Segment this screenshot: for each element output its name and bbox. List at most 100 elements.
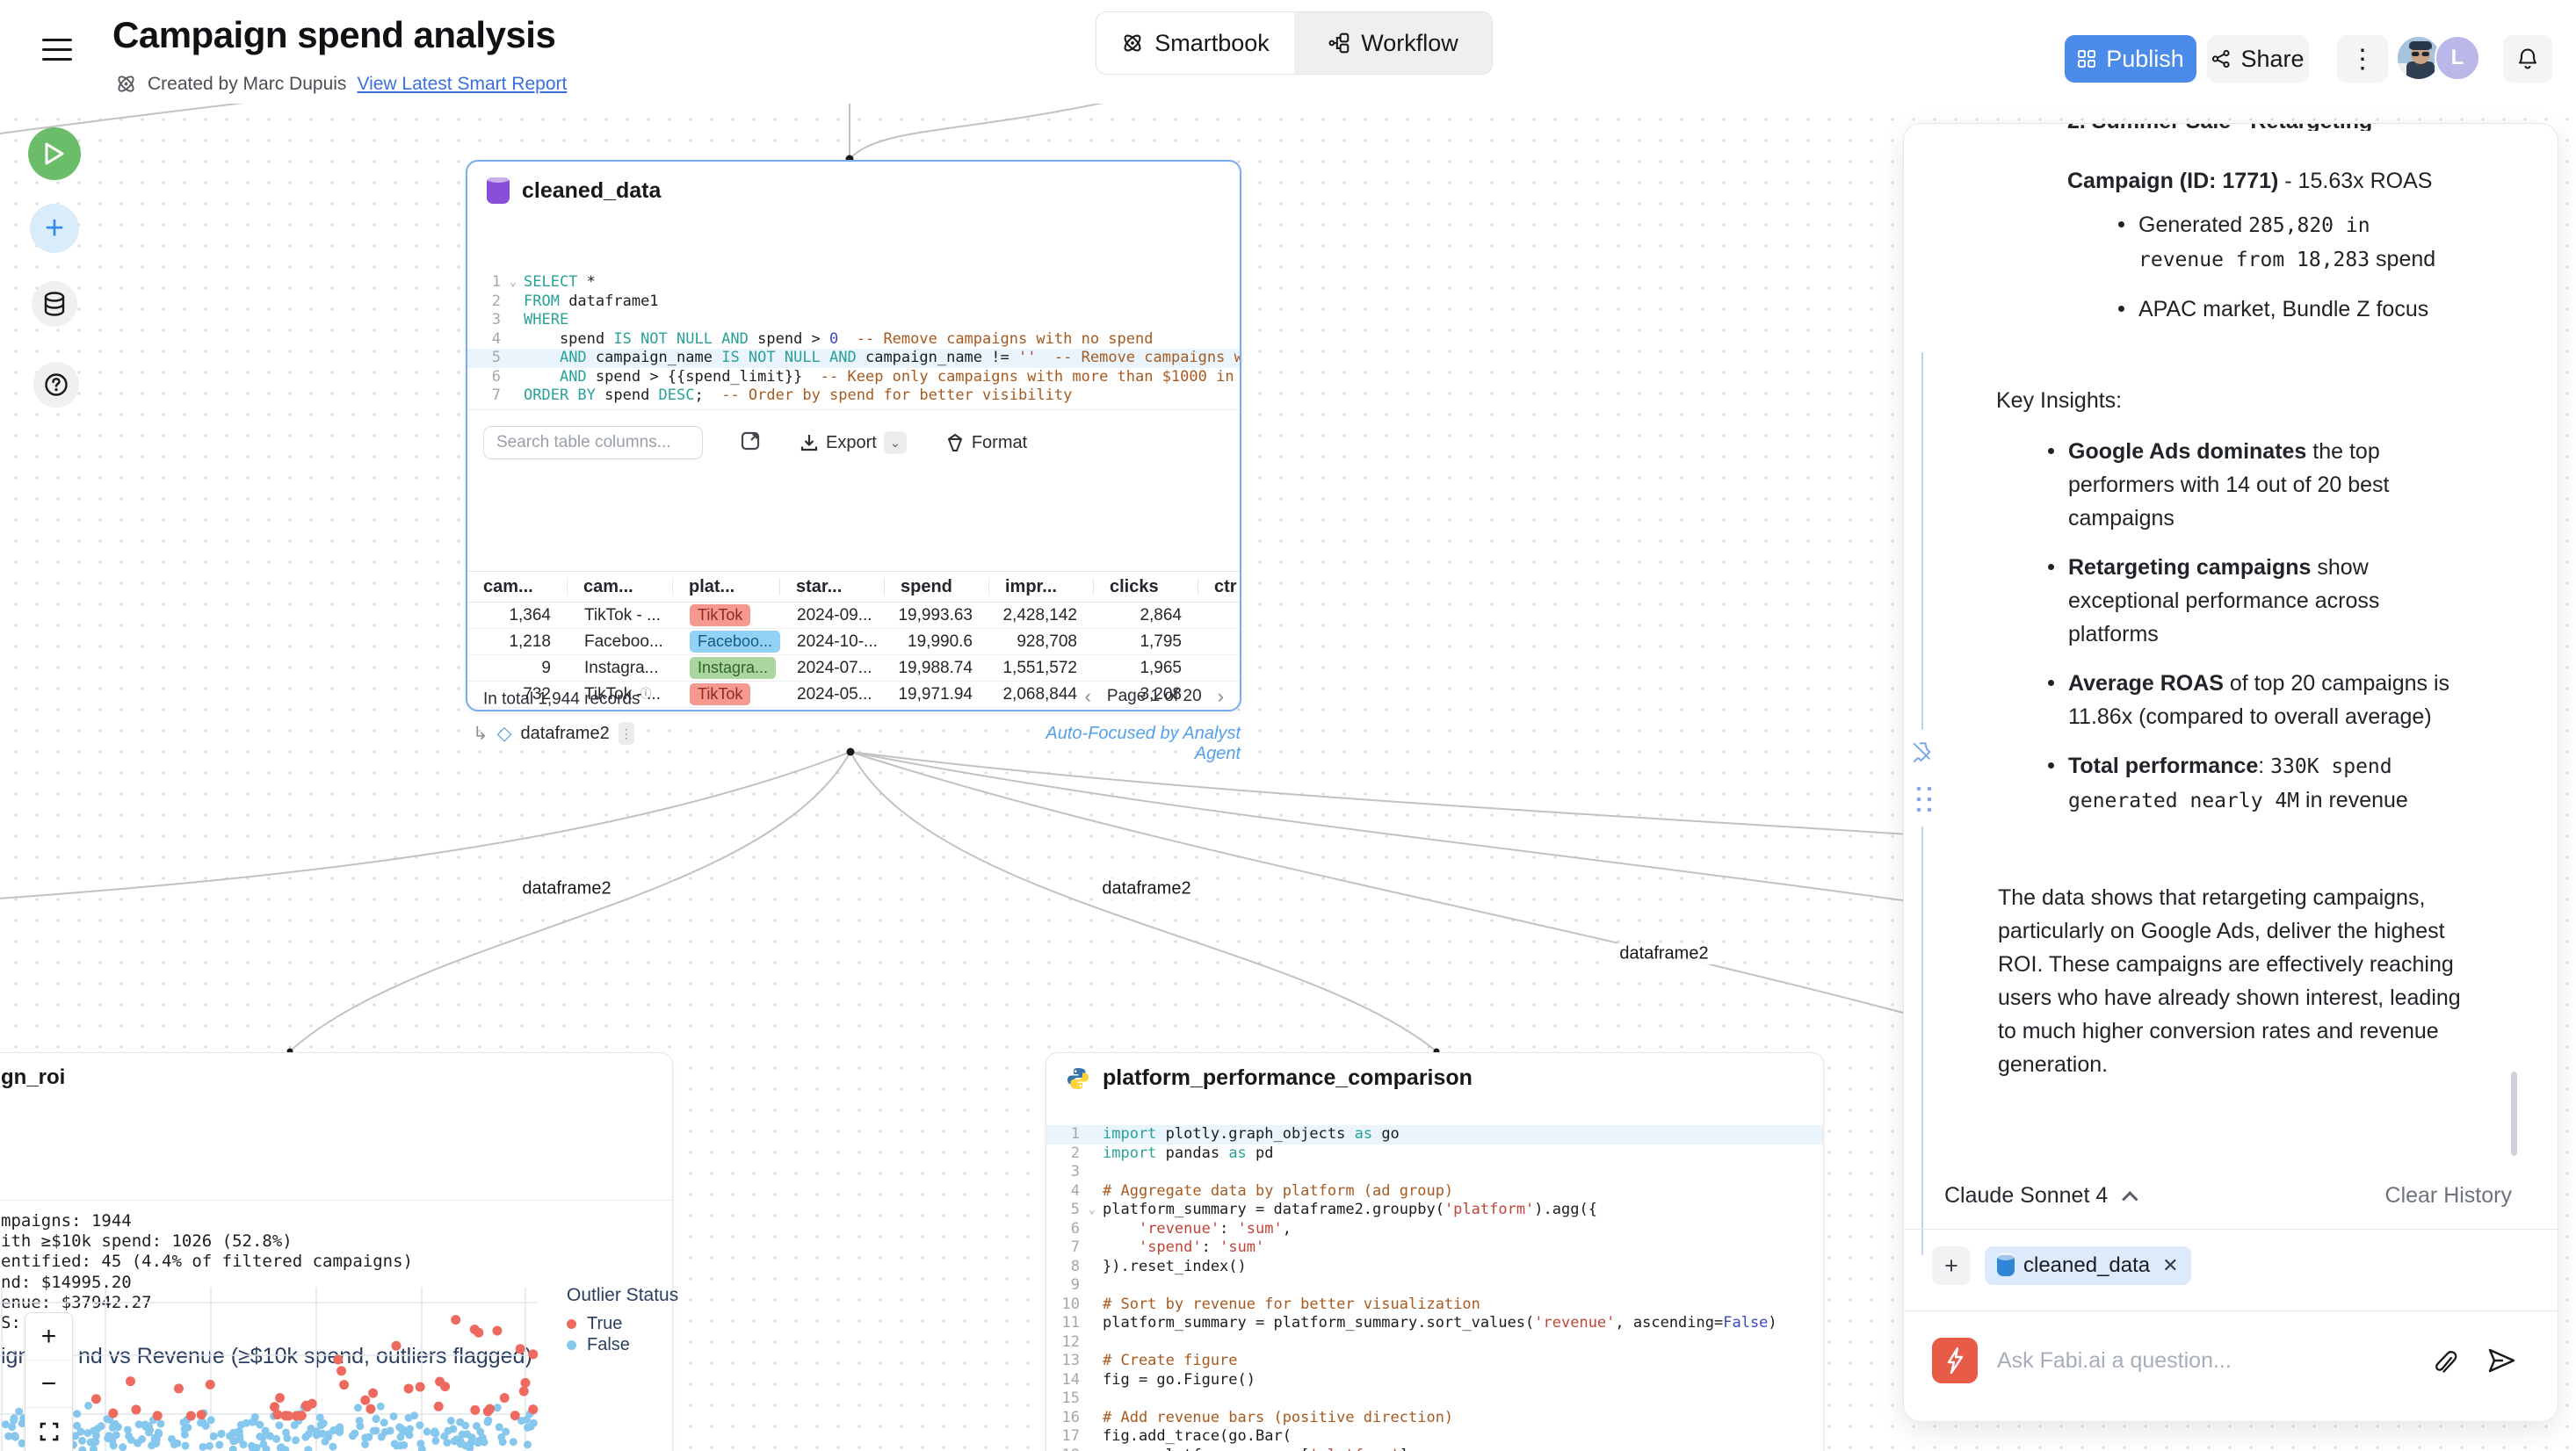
column-header[interactable]: plat... (672, 578, 779, 596)
clear-history-button[interactable]: Clear History (2385, 1183, 2512, 1209)
column-header[interactable]: clicks (1093, 578, 1198, 596)
code-line[interactable]: 14 fig = go.Figure() (1046, 1371, 1823, 1390)
smart-report-link[interactable]: View Latest Smart Report (357, 74, 567, 95)
sql-node-icon (487, 177, 510, 204)
column-header[interactable]: cam... (567, 578, 672, 596)
code-line[interactable]: 16 # Add revenue bars (positive directio… (1046, 1409, 1823, 1428)
code-line[interactable]: 9 (1046, 1276, 1823, 1296)
help-button[interactable] (33, 362, 79, 408)
code-line[interactable]: 2 FROM dataframe1 (467, 292, 1240, 312)
workflow-icon (1328, 32, 1350, 54)
output-handle-dataframe2[interactable]: ↳ ◇ dataframe2 ⋮ (473, 722, 634, 745)
collaborator-avatar[interactable]: L (2435, 35, 2480, 81)
zoom-out-button[interactable]: − (25, 1361, 72, 1408)
scatter-point (73, 1410, 81, 1418)
code-line[interactable]: 3 WHERE (467, 311, 1240, 330)
tab-workflow[interactable]: Workflow (1294, 12, 1492, 74)
code-line[interactable]: 8 }).reset_index() (1046, 1258, 1823, 1277)
zoom-in-button[interactable]: + (25, 1313, 72, 1361)
sql-code-editor[interactable]: 1⌄SELECT *2 FROM dataframe13 WHERE4 spen… (467, 273, 1240, 406)
remove-chip-icon[interactable]: ✕ (2162, 1254, 2178, 1277)
table-row[interactable]: 9Instagra...Instagra...2024-07...19,988.… (467, 655, 1240, 682)
code-line[interactable]: 18 y=platform_summary['platform'], (1046, 1447, 1823, 1451)
expand-table-icon[interactable] (740, 430, 761, 456)
code-line[interactable]: 12 (1046, 1333, 1823, 1353)
code-line[interactable]: 5 AND campaign_name IS NOT NULL AND camp… (467, 349, 1240, 368)
python-code-editor[interactable]: 1 import plotly.graph_objects as go2 imp… (1046, 1125, 1823, 1451)
column-header[interactable]: ctr (1198, 578, 1241, 596)
code-line[interactable]: 2 import pandas as pd (1046, 1144, 1823, 1164)
publish-button[interactable]: Publish (2065, 35, 2196, 83)
drag-handle-icon[interactable] (1913, 784, 1936, 816)
column-header[interactable]: cam... (467, 578, 567, 596)
add-node-button[interactable]: + (30, 204, 79, 253)
scatter-point (179, 1419, 187, 1426)
column-header[interactable]: star... (779, 578, 884, 596)
ask-question-input[interactable] (1997, 1338, 2419, 1383)
data-sources-button[interactable] (32, 281, 77, 327)
code-line[interactable]: 1 import plotly.graph_objects as go (1046, 1125, 1823, 1144)
chat-scrollbar[interactable] (2511, 1072, 2517, 1156)
scatter-point (78, 1446, 86, 1451)
unpin-icon[interactable] (1911, 740, 1937, 767)
canvas-zoom-controls: + − (25, 1312, 73, 1451)
scatter-point (8, 1423, 16, 1431)
code-line[interactable]: 6 'revenue': 'sum', (1046, 1220, 1823, 1239)
column-header[interactable]: impr... (988, 578, 1093, 596)
code-line[interactable]: 1⌄SELECT * (467, 273, 1240, 292)
legend-item[interactable]: False (567, 1334, 678, 1355)
code-line[interactable]: 17 fig.add_trace(go.Bar( (1046, 1427, 1823, 1447)
more-options-button[interactable]: ⋮ (2337, 35, 2388, 83)
table-cell: 19,988.74 (884, 659, 988, 678)
code-line[interactable]: 15 (1046, 1390, 1823, 1409)
code-line[interactable]: 4 # Aggregate data by platform (ad group… (1046, 1182, 1823, 1202)
scatter-point (496, 1423, 503, 1431)
menu-button[interactable] (42, 39, 72, 68)
share-button[interactable]: Share (2207, 35, 2309, 83)
scatter-point (283, 1434, 291, 1442)
scatter-point (434, 1402, 444, 1411)
column-header[interactable]: spend (884, 578, 988, 596)
code-line[interactable]: 7 'spend': 'sum' (1046, 1238, 1823, 1258)
legend-item[interactable]: True (567, 1313, 678, 1334)
table-row[interactable]: 1,218Faceboo...Faceboo...2024-10-...19,9… (467, 629, 1240, 655)
search-table-columns-input[interactable] (483, 426, 703, 459)
format-button[interactable]: Format (945, 433, 1027, 453)
scatter-point (301, 1401, 311, 1411)
next-page-button[interactable]: › (1218, 685, 1224, 708)
export-menu-chevron[interactable]: ⌄ (884, 431, 907, 454)
database-icon (43, 292, 66, 316)
tab-smartbook[interactable]: Smartbook (1096, 12, 1294, 74)
node-platform-performance[interactable]: platform_performance_comparison 1 import… (1046, 1052, 1824, 1451)
scatter-point (447, 1417, 455, 1425)
code-line[interactable]: 10 # Sort by revenue for better visualiz… (1046, 1296, 1823, 1315)
code-line[interactable]: 4 spend IS NOT NULL AND spend > 0 -- Rem… (467, 330, 1240, 350)
code-line[interactable]: 3 (1046, 1163, 1823, 1182)
code-line[interactable]: 6 AND spend > {{spend_limit}} -- Keep on… (467, 368, 1240, 387)
scatter-point (248, 1419, 256, 1426)
fit-view-button[interactable] (25, 1408, 72, 1451)
table-row[interactable]: 1,364TikTok - ...TikTok2024-09...19,993.… (467, 603, 1240, 629)
export-button[interactable]: Export ⌄ (800, 431, 907, 454)
add-context-button[interactable]: + (1932, 1246, 1971, 1285)
model-selector[interactable]: Claude Sonnet 4 (1944, 1183, 2133, 1209)
code-line[interactable]: 11 platform_summary = platform_summary.s… (1046, 1314, 1823, 1333)
attach-file-icon[interactable] (2431, 1346, 2459, 1376)
prev-page-button[interactable]: ‹ (1085, 685, 1091, 708)
scatter-point (431, 1429, 439, 1437)
code-line[interactable]: 7 ORDER BY spend DESC; -- Order by spend… (467, 386, 1240, 406)
node-cleaned-data[interactable]: cleaned_data 1⌄SELECT *2 FROM dataframe1… (466, 160, 1241, 711)
scatter-point (11, 1432, 18, 1440)
run-workflow-button[interactable] (28, 127, 81, 180)
scatter-plot[interactable] (0, 1288, 545, 1451)
scatter-point (451, 1315, 460, 1325)
context-chip-cleaned-data[interactable]: cleaned_data ✕ (1985, 1246, 2191, 1285)
send-button-icon[interactable] (2487, 1346, 2517, 1375)
scatter-point (291, 1421, 299, 1429)
platform-badge: TikTok (690, 604, 750, 626)
handle-menu-icon[interactable]: ⋮ (619, 722, 634, 745)
code-line[interactable]: 13 # Create figure (1046, 1352, 1823, 1371)
notifications-button[interactable] (2503, 35, 2552, 83)
roi-stat-line: entified: 45 (4.4% of filtered campaigns… (1, 1252, 413, 1271)
code-line[interactable]: 5⌄platform_summary = dataframe2.groupby(… (1046, 1201, 1823, 1220)
